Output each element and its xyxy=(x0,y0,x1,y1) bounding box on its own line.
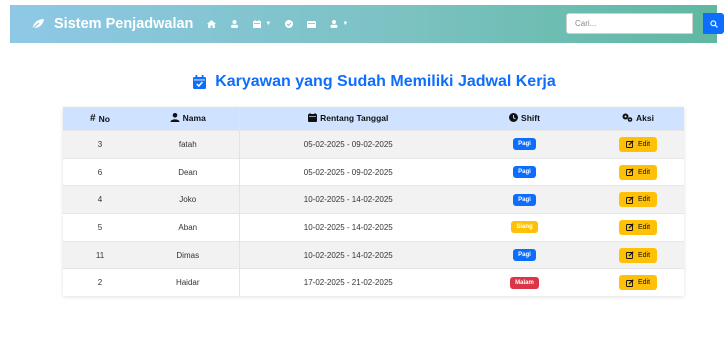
search-form xyxy=(566,13,724,34)
page-title: Karyawan yang Sudah Memiliki Jadwal Kerj… xyxy=(215,73,556,90)
cell-aksi: Edit xyxy=(592,130,684,159)
chevron-down-icon: ▼ xyxy=(342,21,349,27)
edit-button[interactable]: Edit xyxy=(618,275,658,291)
edit-icon xyxy=(626,140,634,149)
cell-nama: Dimas xyxy=(137,240,240,269)
cell-rentang: 10-02-2025 - 14-02-2025 xyxy=(239,213,457,242)
cell-aksi: Edit xyxy=(592,185,684,214)
cell-aksi: Edit xyxy=(592,157,684,186)
cell-shift: Siang xyxy=(457,213,592,242)
cell-rentang: 17-02-2025 - 21-02-2025 xyxy=(239,268,457,297)
cell-nama: Haidar xyxy=(137,268,240,297)
brand-title: Sistem Penjadwalan xyxy=(54,16,194,32)
clock-icon xyxy=(509,113,519,123)
cell-no: 4 xyxy=(63,185,137,214)
header-no: # No xyxy=(63,107,137,131)
search-input[interactable] xyxy=(566,13,693,34)
table-row: 3 fatah 05-02-2025 - 09-02-2025 Pagi Edi… xyxy=(63,130,684,159)
cell-rentang: 05-02-2025 - 09-02-2025 xyxy=(239,157,457,186)
cogs-icon xyxy=(622,113,633,123)
cell-shift: Pagi xyxy=(457,130,592,159)
header-aksi: Aksi xyxy=(592,107,684,131)
nav-home[interactable] xyxy=(207,5,217,43)
table-row: 5 Aban 10-02-2025 - 14-02-2025 Siang Edi… xyxy=(63,213,684,242)
cell-rentang: 10-02-2025 - 14-02-2025 xyxy=(239,185,457,214)
navbar: Sistem Penjadwalan ▼ ▼ Cari... xyxy=(10,5,724,43)
header-rentang-tanggal: Rentang Tanggal xyxy=(239,107,457,131)
hash-icon: # xyxy=(90,113,96,124)
calendar-icon xyxy=(308,113,318,123)
header-shift: Shift xyxy=(457,107,592,131)
search-button[interactable] xyxy=(703,13,724,34)
edit-icon xyxy=(626,251,634,260)
edit-icon xyxy=(626,196,634,204)
leaf-icon xyxy=(31,19,44,30)
edit-icon xyxy=(626,168,634,176)
schedule-table: # No Nama Rentang Tanggal Shift Aksi 3 f… xyxy=(63,107,684,297)
shift-badge: Pagi xyxy=(513,193,536,206)
cell-nama: Dean xyxy=(137,157,240,186)
cell-shift: Pagi xyxy=(457,185,592,214)
nav-check[interactable] xyxy=(285,5,294,43)
cell-rentang: 10-02-2025 - 14-02-2025 xyxy=(239,240,457,269)
edit-button[interactable]: Edit xyxy=(618,219,658,235)
cell-nama: fatah xyxy=(137,130,240,159)
cell-no: 5 xyxy=(63,213,137,242)
shift-badge: Malam xyxy=(510,276,539,289)
table-header-row: # No Nama Rentang Tanggal Shift Aksi xyxy=(63,107,684,131)
cell-shift: Malam xyxy=(457,268,592,297)
nav-table[interactable] xyxy=(307,5,317,43)
nav-users[interactable] xyxy=(230,5,239,43)
nav-calendar-dropdown[interactable]: ▼ xyxy=(253,5,271,43)
user-icon xyxy=(170,113,180,123)
shift-badge: Pagi xyxy=(513,166,536,179)
cell-shift: Pagi xyxy=(457,157,592,186)
chevron-down-icon: ▼ xyxy=(265,21,272,27)
check-circle-icon xyxy=(285,20,294,28)
shift-badge: Pagi xyxy=(513,249,536,262)
edit-icon xyxy=(626,279,634,287)
cell-shift: Pagi xyxy=(457,240,592,269)
shift-badge: Siang xyxy=(511,221,538,234)
brand[interactable]: Sistem Penjadwalan xyxy=(31,16,193,32)
cell-nama: Aban xyxy=(137,213,240,242)
table-row: 4 Joko 10-02-2025 - 14-02-2025 Pagi Edit xyxy=(63,185,684,214)
cell-no: 11 xyxy=(63,240,137,269)
cell-aksi: Edit xyxy=(592,213,684,242)
cell-nama: Joko xyxy=(137,185,240,214)
table-row: 11 Dimas 10-02-2025 - 14-02-2025 Pagi Ed… xyxy=(63,240,684,269)
calendar-check-icon xyxy=(193,75,207,89)
cell-no: 3 xyxy=(63,130,137,159)
cell-rentang: 05-02-2025 - 09-02-2025 xyxy=(239,130,457,159)
cell-no: 2 xyxy=(63,268,137,297)
edit-icon xyxy=(626,223,634,232)
nav-user-dropdown[interactable]: ▼ xyxy=(330,5,348,43)
edit-button[interactable]: Edit xyxy=(618,247,658,263)
search-icon xyxy=(709,19,718,28)
table-row: 2 Haidar 17-02-2025 - 21-02-2025 Malam E… xyxy=(63,268,684,297)
home-icon xyxy=(207,20,217,28)
user-icon xyxy=(330,20,338,28)
table-row: 6 Dean 05-02-2025 - 09-02-2025 Pagi Edit xyxy=(63,157,684,186)
edit-button[interactable]: Edit xyxy=(618,192,658,208)
table-icon xyxy=(307,20,317,28)
cell-aksi: Edit xyxy=(592,240,684,269)
shift-badge: Pagi xyxy=(513,138,536,151)
cell-aksi: Edit xyxy=(592,268,684,297)
users-icon xyxy=(231,20,239,28)
header-nama: Nama xyxy=(137,107,240,131)
cell-no: 6 xyxy=(63,157,137,186)
page-heading: Karyawan yang Sudah Memiliki Jadwal Kerj… xyxy=(193,73,556,91)
edit-button[interactable]: Edit xyxy=(618,164,658,180)
calendar-icon xyxy=(253,20,262,28)
edit-button[interactable]: Edit xyxy=(618,136,658,152)
